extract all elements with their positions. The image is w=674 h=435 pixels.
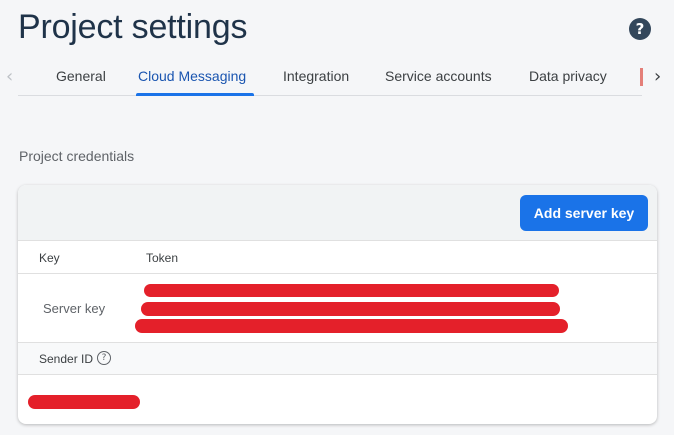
help-circle-icon[interactable]: ?	[97, 351, 111, 365]
active-tab-indicator	[136, 93, 254, 96]
tab-cloud-messaging[interactable]: Cloud Messaging	[138, 68, 246, 84]
tab-bar: General Cloud Messaging Integration Serv…	[18, 58, 643, 96]
redaction-bar	[141, 302, 560, 316]
column-header-token: Token	[146, 251, 179, 265]
server-key-label: Server key	[43, 301, 106, 316]
tab-service-accounts[interactable]: Service accounts	[385, 68, 492, 84]
credentials-card: Add server key Key Token Server key Send…	[18, 185, 657, 424]
redaction-bar	[135, 319, 568, 333]
sender-id-label: Sender ID	[39, 352, 94, 366]
section-label: Project credentials	[19, 148, 135, 164]
help-icon[interactable]: ?	[629, 18, 651, 40]
add-server-key-button[interactable]: Add server key	[520, 195, 648, 231]
redaction-bar	[144, 284, 559, 297]
sender-id-header: Sender ID ?	[18, 343, 657, 375]
chevron-right-icon[interactable]: ›	[654, 66, 661, 87]
tab-data-privacy[interactable]: Data privacy	[529, 68, 607, 84]
card-toolbar: Add server key	[18, 185, 657, 241]
chevron-left-icon[interactable]: ‹	[6, 66, 13, 87]
table-row: Server key	[18, 275, 657, 343]
tab-overflow-indicator	[640, 68, 643, 86]
column-header-key: Key	[39, 251, 60, 265]
table-header: Key Token	[18, 242, 657, 274]
tab-general[interactable]: General	[56, 68, 106, 84]
page-title: Project settings	[18, 8, 248, 46]
tab-integration[interactable]: Integration	[283, 68, 349, 84]
sender-id-value-redacted[interactable]	[28, 395, 140, 409]
